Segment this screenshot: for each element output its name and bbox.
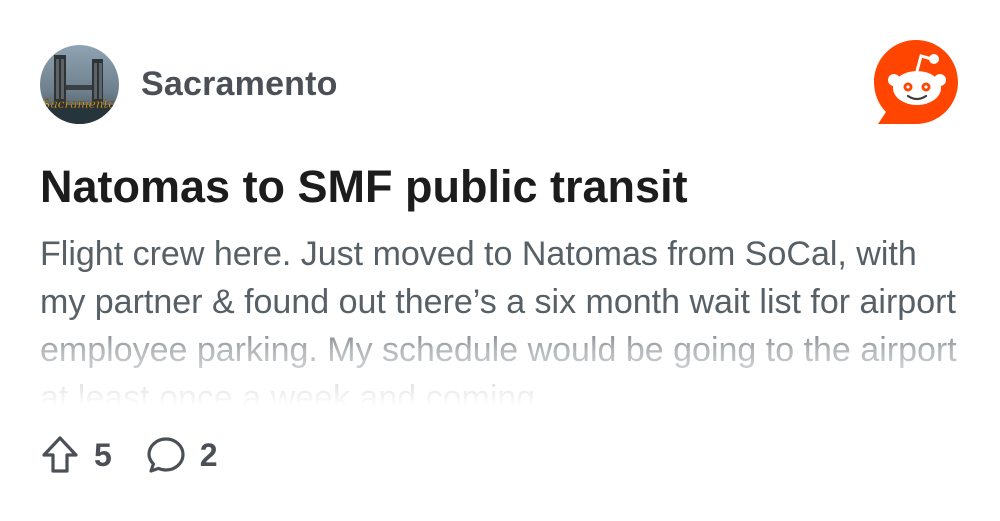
comments-button[interactable]: 2 <box>146 435 218 475</box>
post-card[interactable]: Sacramento Sacramento Natomas to SMF pub… <box>0 0 1000 521</box>
post-actions: 5 2 <box>40 433 252 477</box>
upvote-arrow-icon <box>42 436 78 473</box>
avatar-caption: Sacramento <box>42 97 115 111</box>
reddit-logo-icon[interactable] <box>872 38 960 126</box>
comment-bubble-icon <box>147 437 185 473</box>
post-title[interactable]: Natomas to SMF public transit <box>40 158 960 216</box>
post-body-preview[interactable]: Flight crew here. Just moved to Natomas … <box>40 230 965 406</box>
comment-count: 2 <box>199 436 218 473</box>
subreddit-name[interactable]: Sacramento <box>141 65 338 104</box>
subreddit-avatar[interactable]: Sacramento <box>40 44 119 124</box>
upvote-button[interactable]: 5 <box>40 435 112 475</box>
reddit-snoo-icon <box>874 40 958 124</box>
tower-bridge-avatar-icon: Sacramento <box>40 44 119 124</box>
post-header: Sacramento Sacramento <box>40 44 338 124</box>
upvote-count: 5 <box>94 436 112 473</box>
